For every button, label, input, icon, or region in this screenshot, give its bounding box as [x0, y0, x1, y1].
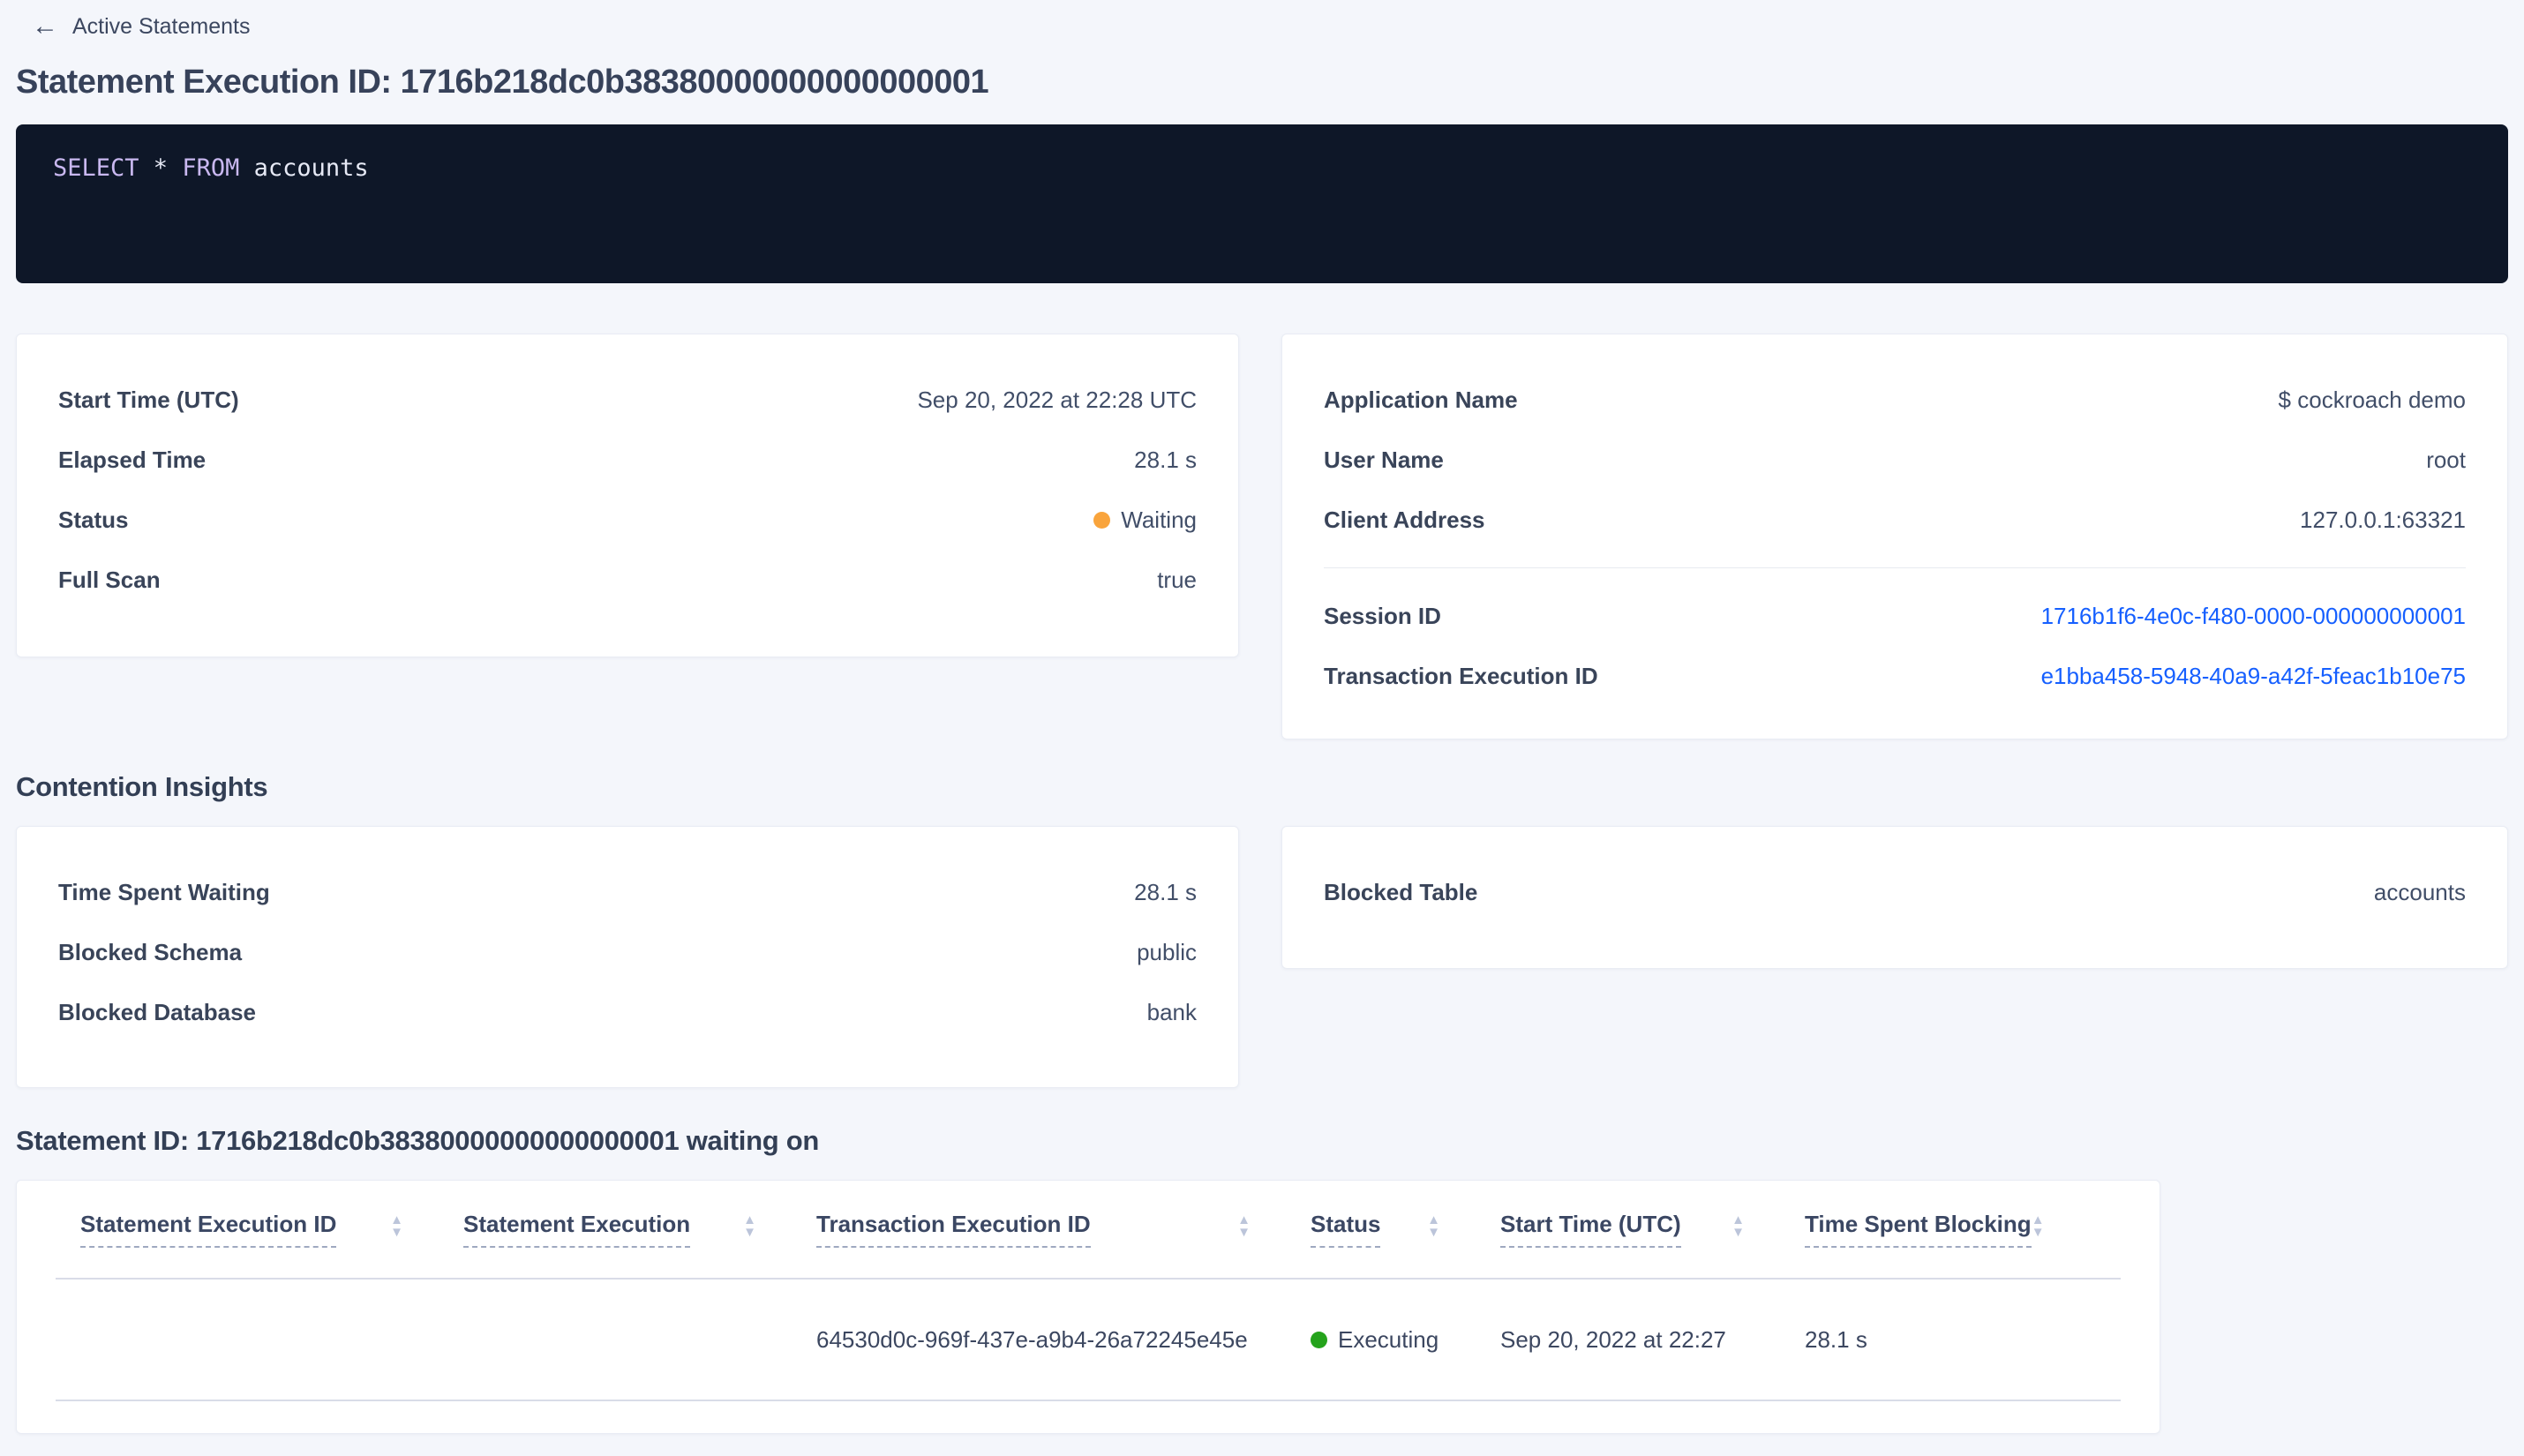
elapsed-time-value: 28.1 s: [1134, 446, 1197, 473]
start-time-value: Sep 20, 2022 at 22:28 UTC: [917, 386, 1197, 413]
sort-desc-icon[interactable]: ▼: [1237, 1226, 1251, 1239]
status-label: Status: [58, 506, 129, 533]
sort-desc-icon[interactable]: ▼: [390, 1226, 403, 1239]
sort-arrows-icon[interactable]: ▲ ▼: [1731, 1213, 1745, 1239]
start-time-row: Start Time (UTC) Sep 20, 2022 at 22:28 U…: [58, 370, 1197, 430]
sql-statement-box: SELECT * FROM accounts: [16, 124, 2508, 283]
column-header-start-time[interactable]: Start Time (UTC) ▲ ▼: [1476, 1211, 1780, 1248]
sort-desc-icon[interactable]: ▼: [2032, 1226, 2045, 1239]
blocked-database-label: Blocked Database: [58, 998, 256, 1025]
application-name-row: Application Name $ cockroach demo: [1324, 370, 2466, 430]
column-header-statement-execution-id[interactable]: Statement Execution ID ▲ ▼: [56, 1211, 439, 1248]
transaction-execution-id-row: Transaction Execution ID e1bba458-5948-4…: [1324, 646, 2466, 706]
client-address-row: Client Address 127.0.0.1:63321: [1324, 490, 2466, 550]
status-row: Status Waiting: [58, 490, 1197, 550]
status-value: Waiting: [1093, 507, 1197, 534]
transaction-execution-id-link[interactable]: e1bba458-5948-40a9-a42f-5feac1b10e75: [2041, 663, 2466, 690]
client-address-value: 127.0.0.1:63321: [2300, 506, 2466, 533]
contention-insights-heading: Contention Insights: [16, 771, 268, 802]
full-scan-label: Full Scan: [58, 566, 161, 593]
blocked-database-row: Blocked Database bank: [58, 982, 1197, 1042]
statement-execution-page: ← Active Statements Statement Execution …: [0, 0, 2524, 1434]
sql-keyword-from: FROM: [182, 154, 240, 182]
back-link-label[interactable]: Active Statements: [72, 14, 250, 40]
client-address-label: Client Address: [1324, 506, 1485, 533]
sort-arrows-icon[interactable]: ▲ ▼: [390, 1213, 403, 1239]
sql-statement-text: SELECT * FROM accounts: [53, 154, 369, 182]
session-id-label: Session ID: [1324, 602, 1441, 629]
sort-arrows-icon[interactable]: ▲ ▼: [1237, 1213, 1251, 1239]
back-link[interactable]: ← Active Statements: [16, 9, 2508, 44]
user-name-value: root: [2426, 446, 2466, 473]
contention-details-card: Time Spent Waiting 28.1 s Blocked Schema…: [16, 826, 1239, 1088]
column-header-label[interactable]: Start Time (UTC): [1500, 1211, 1681, 1248]
user-name-row: User Name root: [1324, 430, 2466, 490]
status-executing-dot-icon: [1311, 1331, 1327, 1348]
full-scan-value: true: [1157, 566, 1197, 593]
sort-arrows-icon[interactable]: ▲ ▼: [2032, 1213, 2045, 1239]
time-spent-waiting-label: Time Spent Waiting: [58, 878, 270, 905]
session-id-link[interactable]: 1716b1f6-4e0c-f480-0000-000000000001: [2041, 603, 2466, 630]
blocked-table-label: Blocked Table: [1324, 878, 1478, 905]
column-header-transaction-execution-id[interactable]: Transaction Execution ID ▲ ▼: [792, 1211, 1286, 1248]
session-id-row: Session ID 1716b1f6-4e0c-f480-0000-00000…: [1324, 586, 2466, 646]
column-header-label[interactable]: Time Spent Blocking: [1805, 1211, 2032, 1248]
time-spent-waiting-value: 28.1 s: [1134, 878, 1197, 905]
column-header-label[interactable]: Statement Execution: [463, 1211, 691, 1248]
sort-desc-icon[interactable]: ▼: [743, 1226, 756, 1239]
start-time-label: Start Time (UTC): [58, 386, 239, 413]
blocked-schema-value: public: [1137, 938, 1197, 965]
blocked-schema-label: Blocked Schema: [58, 938, 243, 965]
time-spent-waiting-row: Time Spent Waiting 28.1 s: [58, 862, 1197, 922]
sql-star: *: [139, 154, 183, 182]
application-name-value: $ cockroach demo: [2278, 386, 2466, 413]
sort-arrows-icon[interactable]: ▲ ▼: [743, 1213, 756, 1239]
column-header-status[interactable]: Status ▲ ▼: [1286, 1211, 1476, 1248]
status-executing-text: Executing: [1338, 1325, 1439, 1353]
blocked-schema-row: Blocked Schema public: [58, 922, 1197, 982]
session-card-divider: [1324, 567, 2466, 568]
cell-start-time: Sep 20, 2022 at 22:27: [1500, 1325, 1726, 1353]
sort-arrows-icon[interactable]: ▲ ▼: [1427, 1213, 1440, 1239]
elapsed-time-label: Elapsed Time: [58, 446, 207, 473]
blocked-database-value: bank: [1146, 998, 1197, 1025]
waiting-on-table-header: Statement Execution ID ▲ ▼ Statement Exe…: [56, 1181, 2121, 1280]
status-waiting-dot-icon: [1093, 511, 1111, 529]
column-header-label[interactable]: Statement Execution ID: [80, 1211, 337, 1248]
column-header-label[interactable]: Transaction Execution ID: [816, 1211, 1091, 1248]
transaction-execution-id-label: Transaction Execution ID: [1324, 662, 1598, 689]
blocked-table-value: accounts: [2373, 878, 2466, 905]
session-details-card: Application Name $ cockroach demo User N…: [1281, 334, 2508, 739]
cell-status: Executing: [1286, 1326, 1476, 1354]
column-header-label[interactable]: Status: [1311, 1211, 1381, 1248]
sql-table-name: accounts: [239, 154, 369, 182]
column-header-statement-execution[interactable]: Statement Execution ▲ ▼: [439, 1211, 792, 1248]
cell-transaction-execution-id: 64530d0c-969f-437e-a9b4-26a72245e45e: [816, 1325, 1248, 1353]
page-title: Statement Execution ID: 1716b218dc0b3838…: [16, 64, 989, 101]
table-row: 64530d0c-969f-437e-a9b4-26a72245e45e Exe…: [56, 1280, 2121, 1401]
back-arrow-icon[interactable]: ←: [32, 13, 58, 40]
application-name-label: Application Name: [1324, 386, 1518, 413]
blocked-table-row: Blocked Table accounts: [1324, 862, 2466, 922]
sort-desc-icon[interactable]: ▼: [1427, 1226, 1440, 1239]
waiting-on-table: Statement Execution ID ▲ ▼ Statement Exe…: [16, 1180, 2160, 1434]
waiting-on-heading: Statement ID: 1716b218dc0b38380000000000…: [16, 1125, 819, 1156]
execution-details-card: Start Time (UTC) Sep 20, 2022 at 22:28 U…: [16, 334, 1239, 657]
user-name-label: User Name: [1324, 446, 1444, 473]
blocked-table-card: Blocked Table accounts: [1281, 826, 2508, 969]
full-scan-row: Full Scan true: [58, 550, 1197, 610]
sql-keyword-select: SELECT: [53, 154, 139, 182]
sort-desc-icon[interactable]: ▼: [1731, 1226, 1745, 1239]
status-waiting-text: Waiting: [1121, 506, 1197, 533]
column-header-time-spent-blocking[interactable]: Time Spent Blocking ▲ ▼: [1780, 1211, 2064, 1248]
cell-time-spent-blocking: 28.1 s: [1805, 1325, 1867, 1353]
elapsed-time-row: Elapsed Time 28.1 s: [58, 430, 1197, 490]
